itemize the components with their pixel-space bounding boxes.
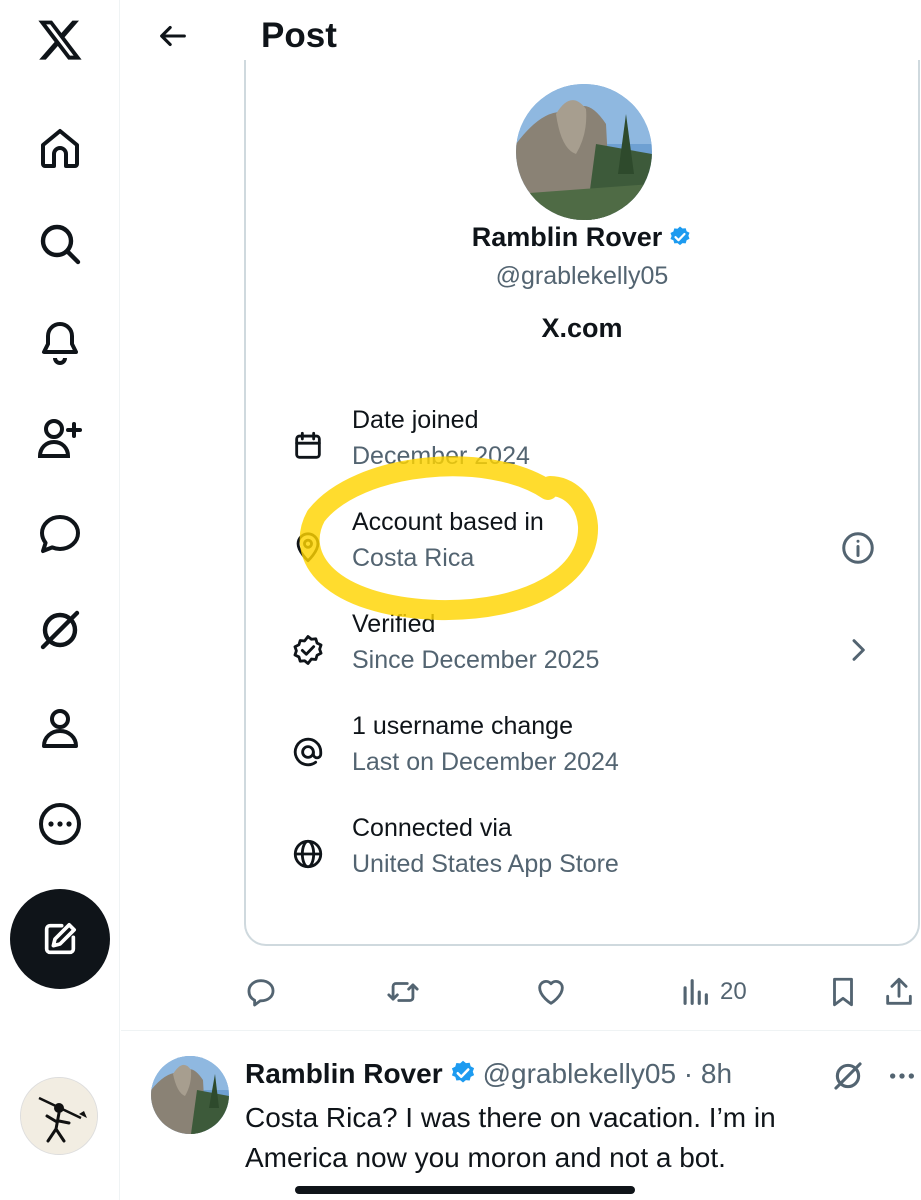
follow-add-user-icon[interactable]: [30, 408, 90, 468]
home-icon[interactable]: [30, 118, 90, 178]
home-indicator: [295, 1186, 635, 1194]
site-label: X.com: [541, 313, 623, 343]
search-icon[interactable]: [30, 214, 90, 274]
verified-badge-icon: [451, 1060, 474, 1083]
profile-name-row: Ramblin Rover: [246, 222, 918, 253]
info-row-username-change: 1 username change Last on December 2024: [286, 712, 878, 792]
sidebar-nav: [0, 0, 120, 1200]
at-sign-icon: [286, 730, 330, 774]
back-arrow-icon[interactable]: [151, 14, 195, 58]
grok-icon[interactable]: [30, 600, 90, 660]
share-button[interactable]: [882, 970, 916, 1014]
repost-button[interactable]: [386, 970, 420, 1014]
compose-post-button[interactable]: [10, 889, 110, 989]
profile-user-icon[interactable]: [30, 698, 90, 758]
profile-avatar: [516, 84, 652, 220]
profile-name: Ramblin Rover: [471, 222, 663, 252]
chevron-right-icon[interactable]: [838, 630, 878, 670]
account-avatar[interactable]: [20, 1077, 98, 1155]
repost-icon: [387, 982, 419, 1002]
info-value: United States App Store: [352, 850, 619, 878]
reply-author-name[interactable]: Ramblin Rover: [245, 1058, 443, 1089]
divider: [121, 1030, 921, 1031]
more-horizontal-icon[interactable]: [882, 1056, 921, 1096]
location-pin-icon: [286, 526, 330, 570]
grok-icon[interactable]: [828, 1056, 868, 1096]
info-value: Last on December 2024: [352, 748, 619, 776]
calendar-icon: [286, 424, 330, 468]
bookmark-button[interactable]: [826, 970, 860, 1014]
x-logo-icon[interactable]: [30, 10, 90, 70]
info-row-connected-via: Connected via United States App Store: [286, 814, 878, 894]
about-account-card[interactable]: Ramblin Rover @grablekelly05 X.com Date …: [244, 60, 920, 946]
verified-check-icon: [286, 628, 330, 672]
views-chart-icon: [683, 979, 708, 1005]
info-circle-icon[interactable]: [838, 528, 878, 568]
reply-button[interactable]: [244, 970, 278, 1014]
more-options-icon[interactable]: [30, 794, 90, 854]
reply-bubble-icon: [247, 979, 275, 1007]
info-title: Account based in: [352, 508, 544, 536]
heart-icon: [538, 980, 564, 1005]
info-title: 1 username change: [352, 712, 573, 740]
info-value: Since December 2025: [352, 646, 600, 674]
views-count: 20: [720, 978, 747, 1005]
notifications-bell-icon[interactable]: [30, 312, 90, 372]
bookmark-icon: [833, 977, 853, 1007]
info-value: December 2024: [352, 442, 530, 470]
info-title: Date joined: [352, 406, 479, 434]
post-action-bar: 20: [244, 966, 920, 1016]
info-row-date-joined: Date joined December 2024: [286, 406, 878, 486]
reply-header: Ramblin Rover @grablekelly05 · 8h: [245, 1058, 732, 1090]
reply-text: Costa Rica? I was there on vacation. I’m…: [245, 1102, 776, 1173]
messages-chat-icon[interactable]: [30, 504, 90, 564]
like-button[interactable]: [534, 970, 568, 1014]
globe-icon: [286, 832, 330, 876]
info-row-account-based-in: Account based in Costa Rica: [286, 508, 878, 588]
share-upload-icon: [886, 977, 912, 1005]
compose-pencil-icon: [44, 923, 76, 955]
info-value: Costa Rica: [352, 544, 475, 572]
reply-author-handle[interactable]: @grablekelly05: [483, 1058, 676, 1089]
info-title: Connected via: [352, 814, 512, 842]
reply-author-avatar[interactable]: [151, 1056, 229, 1134]
verified-badge-icon: [670, 226, 690, 246]
profile-handle: @grablekelly05: [495, 262, 669, 290]
views-button[interactable]: 20: [678, 970, 747, 1014]
info-row-verified[interactable]: Verified Since December 2025: [286, 610, 878, 690]
page-title: Post: [261, 16, 337, 55]
info-title: Verified: [352, 610, 436, 638]
reply-timestamp: · 8h: [676, 1058, 733, 1089]
